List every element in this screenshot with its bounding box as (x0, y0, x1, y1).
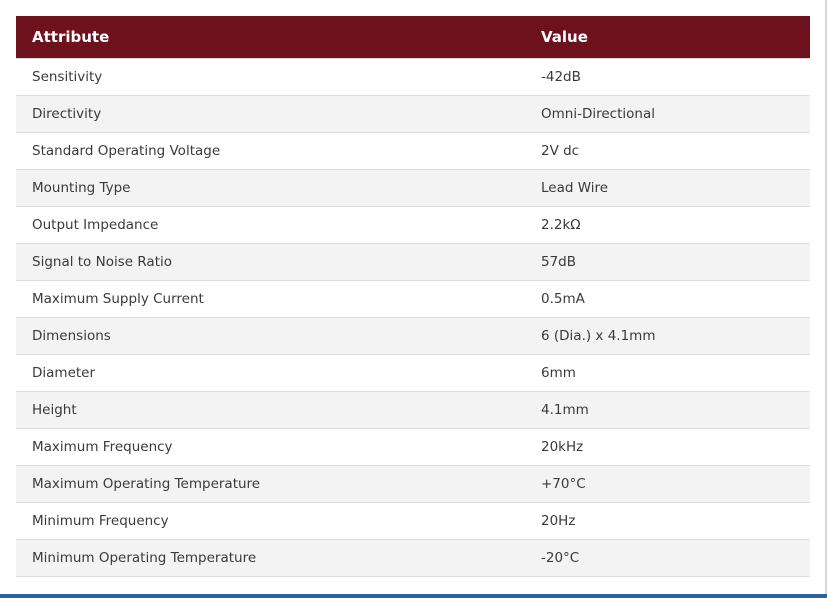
attribute-cell: Mounting Type (16, 169, 525, 207)
attribute-cell: Height (16, 391, 525, 429)
value-cell: 2.2kΩ (525, 206, 810, 244)
table-row: Directivity Omni-Directional (16, 95, 810, 133)
attribute-cell: Directivity (16, 95, 525, 133)
spec-table: Attribute Value Sensitivity -42dB Direct… (16, 16, 810, 577)
value-cell: 0.5mA (525, 280, 810, 318)
table-row: Mounting Type Lead Wire (16, 169, 810, 207)
table-row: Sensitivity -42dB (16, 58, 810, 96)
value-cell: 20kHz (525, 428, 810, 466)
bottom-accent-bar (0, 594, 827, 598)
value-cell: 57dB (525, 243, 810, 281)
value-cell: 4.1mm (525, 391, 810, 429)
table-row: Height 4.1mm (16, 391, 810, 429)
value-cell: 6 (Dia.) x 4.1mm (525, 317, 810, 355)
header-row: Attribute Value (16, 16, 810, 59)
value-cell: Omni-Directional (525, 95, 810, 133)
table-row: Maximum Supply Current 0.5mA (16, 280, 810, 318)
attribute-cell: Sensitivity (16, 58, 525, 96)
attribute-cell: Diameter (16, 354, 525, 392)
table-row: Output Impedance 2.2kΩ (16, 206, 810, 244)
attribute-cell: Standard Operating Voltage (16, 132, 525, 170)
table-row: Minimum Frequency 20Hz (16, 502, 810, 540)
table-row: Diameter 6mm (16, 354, 810, 392)
value-cell: 20Hz (525, 502, 810, 540)
attribute-cell: Minimum Operating Temperature (16, 539, 525, 577)
value-cell: -20°C (525, 539, 810, 577)
table-row: Standard Operating Voltage 2V dc (16, 132, 810, 170)
header-value: Value (525, 16, 810, 59)
table-header: Attribute Value (16, 16, 810, 59)
spec-table-container: Attribute Value Sensitivity -42dB Direct… (16, 16, 810, 577)
table-row: Signal to Noise Ratio 57dB (16, 243, 810, 281)
attribute-cell: Output Impedance (16, 206, 525, 244)
value-cell: -42dB (525, 58, 810, 96)
value-cell: 6mm (525, 354, 810, 392)
table-body: Sensitivity -42dB Directivity Omni-Direc… (16, 58, 810, 577)
table-row: Minimum Operating Temperature -20°C (16, 539, 810, 577)
header-attribute: Attribute (16, 16, 525, 59)
table-row: Maximum Frequency 20kHz (16, 428, 810, 466)
value-cell: 2V dc (525, 132, 810, 170)
table-row: Maximum Operating Temperature +70°C (16, 465, 810, 503)
attribute-cell: Maximum Supply Current (16, 280, 525, 318)
value-cell: Lead Wire (525, 169, 810, 207)
table-row: Dimensions 6 (Dia.) x 4.1mm (16, 317, 810, 355)
attribute-cell: Maximum Frequency (16, 428, 525, 466)
attribute-cell: Minimum Frequency (16, 502, 525, 540)
attribute-cell: Maximum Operating Temperature (16, 465, 525, 503)
attribute-cell: Signal to Noise Ratio (16, 243, 525, 281)
attribute-cell: Dimensions (16, 317, 525, 355)
value-cell: +70°C (525, 465, 810, 503)
page: Attribute Value Sensitivity -42dB Direct… (0, 0, 827, 598)
